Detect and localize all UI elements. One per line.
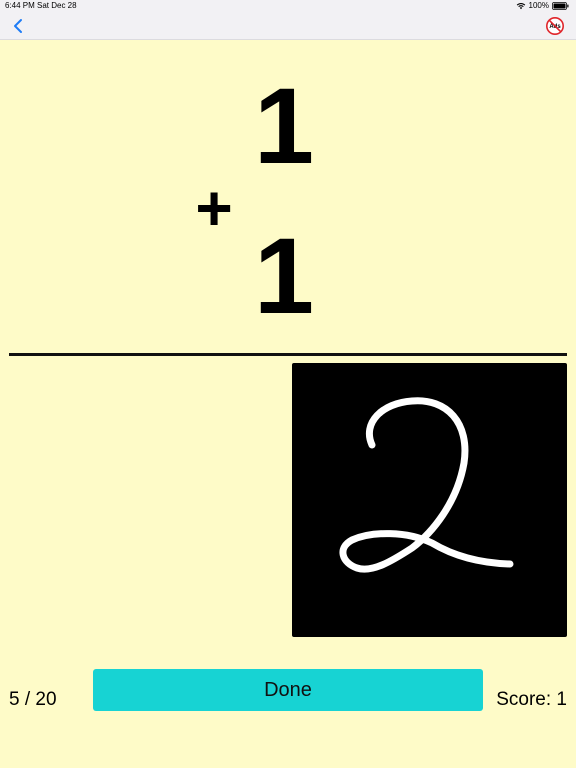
status-indicators: 100% — [516, 0, 569, 12]
handwritten-answer-stroke — [339, 397, 514, 573]
handwriting-answer-pad[interactable] — [292, 363, 567, 637]
done-button[interactable]: Done — [93, 669, 483, 711]
score-label: Score: 1 — [496, 689, 567, 710]
wifi-icon — [516, 2, 525, 10]
status-date: Sat Dec 28 — [37, 1, 77, 10]
top-operand: 1 — [253, 65, 315, 186]
chevron-left-icon — [14, 19, 22, 33]
status-time: 6:44 PM — [5, 1, 35, 10]
status-bar: 6:44 PM Sat Dec 28 100% — [0, 0, 576, 12]
bottom-operand: 1 — [253, 215, 315, 336]
remove-ads-button[interactable]: Ads — [545, 16, 565, 36]
sum-divider-line — [9, 353, 567, 356]
no-ads-icon: Ads — [546, 17, 564, 35]
plus-operator: + — [195, 172, 233, 244]
battery-icon — [552, 2, 569, 10]
navigation-bar: Ads — [0, 12, 576, 40]
question-progress: 5 / 20 — [9, 689, 57, 710]
back-button[interactable] — [10, 17, 28, 35]
battery-percentage: 100% — [528, 1, 549, 10]
